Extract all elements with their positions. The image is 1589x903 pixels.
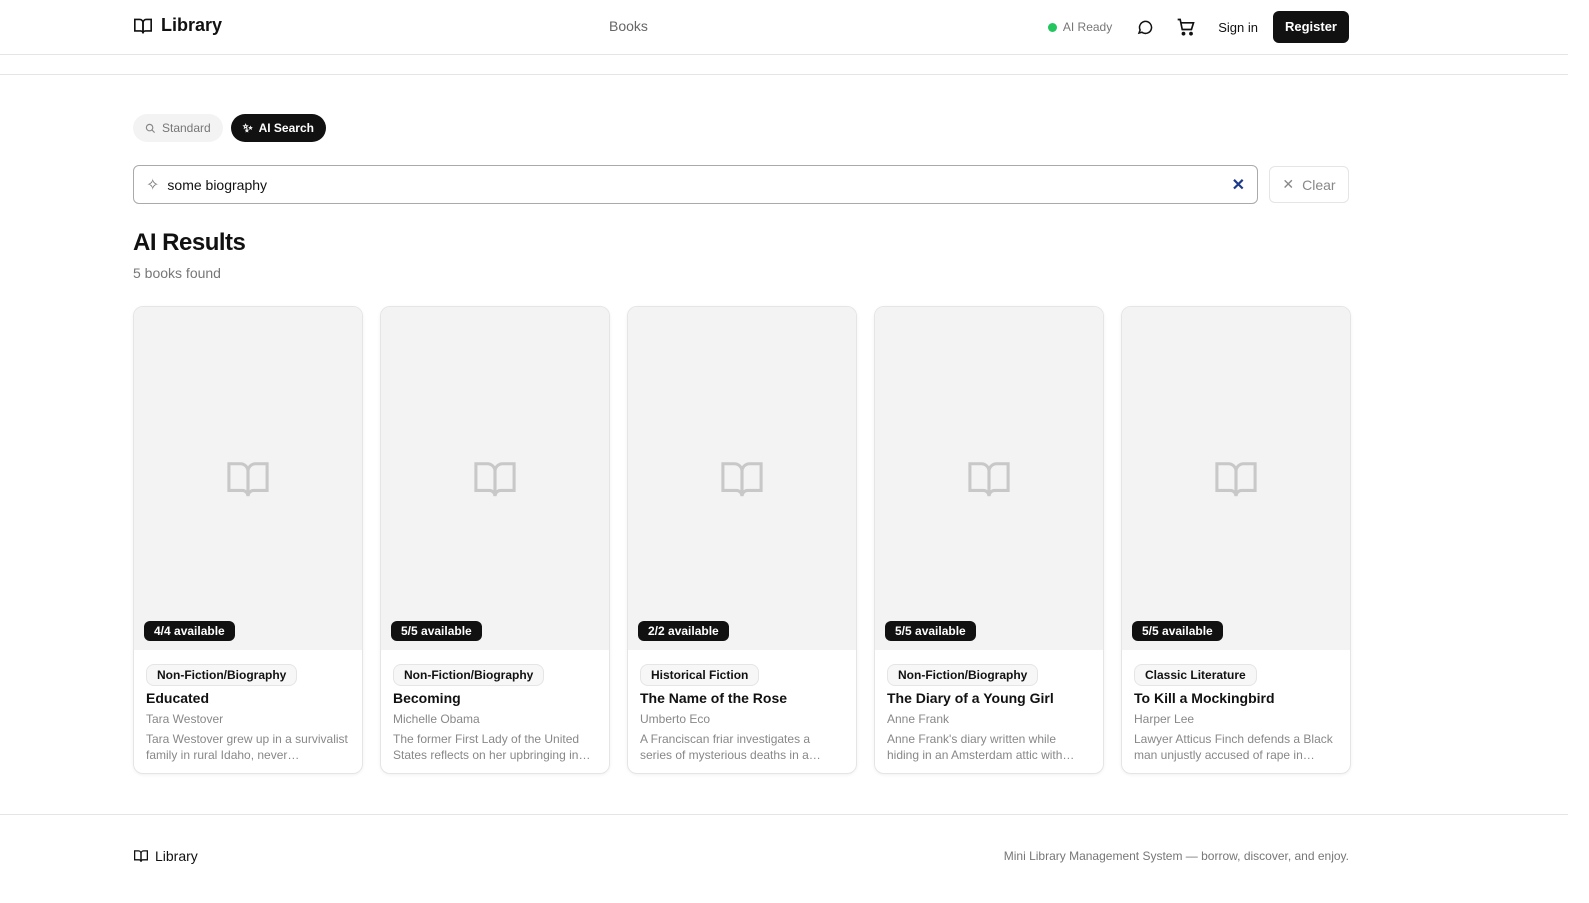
book-title: Educated [146, 690, 210, 706]
book-title: To Kill a Mockingbird [1134, 690, 1275, 706]
book-open-icon [227, 461, 269, 496]
search-mode-toggle: Standard ✨︎ AI Search [133, 114, 326, 142]
book-description: The former First Lady of the United Stat… [393, 732, 591, 762]
book-description: Lawyer Atticus Finch defends a Black man… [1134, 732, 1333, 762]
divider [0, 74, 1568, 75]
ai-status: AI Ready [1047, 20, 1113, 34]
top-nav: Library Books AI Ready Sign in Register [0, 0, 1568, 55]
book-open-icon [134, 850, 148, 862]
availability-badge: 5/5 available [1132, 621, 1223, 641]
book-open-icon [1215, 461, 1257, 496]
nav-books-link[interactable]: Books [609, 18, 648, 34]
sparkles-icon: ✧ [146, 176, 160, 194]
genre-badge: Classic Literature [1134, 664, 1257, 686]
book-cover: 5/5 available [1122, 307, 1350, 650]
book-title: Becoming [393, 690, 461, 706]
footer-tagline: Mini Library Management System — borrow,… [1003, 849, 1349, 863]
logo-text: Library [161, 15, 223, 35]
sign-in-link[interactable]: Sign in [1218, 20, 1258, 35]
availability-badge: 2/2 available [638, 621, 729, 641]
standard-mode-button[interactable]: Standard [133, 114, 223, 142]
book-cover: 2/2 available [628, 307, 856, 650]
book-cover: 5/5 available [381, 307, 609, 650]
book-description: A Franciscan friar investigates a series… [640, 732, 811, 762]
book-grid: 4/4 available Non-Fiction/Biography Educ… [133, 306, 1351, 774]
logo[interactable]: Library [133, 15, 222, 36]
book-card[interactable]: 2/2 available Historical Fiction The Nam… [627, 306, 857, 774]
book-author: Tara Westover [146, 712, 224, 726]
genre-badge: Non-Fiction/Biography [887, 664, 1039, 686]
book-cover: 5/5 available [875, 307, 1103, 650]
register-button[interactable]: Register [1272, 11, 1349, 43]
clear-label: Clear [1302, 176, 1336, 193]
book-cover: 4/4 available [134, 307, 362, 650]
x-icon: ✕ [1282, 176, 1295, 192]
availability-badge: 4/4 available [144, 621, 235, 641]
standard-label: Standard [162, 121, 211, 135]
ai-search-mode-button[interactable]: ✨︎ AI Search [230, 114, 326, 142]
book-description: Anne Frank's diary written while hiding … [887, 732, 1063, 762]
book-card[interactable]: 4/4 available Non-Fiction/Biography Educ… [133, 306, 363, 774]
footer [0, 814, 1568, 815]
book-card[interactable]: 5/5 available Non-Fiction/Biography The … [874, 306, 1104, 774]
ai-status-label: AI Ready [1062, 20, 1113, 34]
genre-badge: Non-Fiction/Biography [146, 664, 298, 686]
book-open-icon [968, 461, 1010, 496]
book-title: The Name of the Rose [640, 690, 788, 706]
clear-button[interactable]: ✕ Clear [1269, 166, 1349, 203]
cart-icon[interactable] [1176, 17, 1196, 37]
book-author: Harper Lee [1134, 712, 1195, 726]
genre-badge: Historical Fiction [640, 664, 760, 686]
footer-logo-text: Library [155, 848, 198, 864]
availability-badge: 5/5 available [391, 621, 482, 641]
status-dot-icon [1047, 22, 1057, 32]
book-card[interactable]: 5/5 available Classic Literature To Kill… [1121, 306, 1351, 774]
search-input[interactable] [167, 176, 1224, 193]
book-author: Umberto Eco [640, 712, 711, 726]
footer-logo: Library [133, 848, 198, 864]
genre-badge: Non-Fiction/Biography [393, 664, 545, 686]
search-icon [145, 123, 156, 133]
sparkles-icon: ✨︎ [242, 120, 253, 135]
chat-icon[interactable] [1136, 18, 1154, 36]
book-description: Tara Westover grew up in a survivalist f… [146, 732, 348, 762]
book-open-icon [721, 461, 763, 496]
search-box: ✧ ✕ [133, 165, 1258, 204]
ai-search-label: AI Search [258, 121, 314, 135]
book-author: Michelle Obama [393, 712, 480, 726]
availability-badge: 5/5 available [885, 621, 976, 641]
book-open-icon [474, 461, 516, 496]
book-title: The Diary of a Young Girl [887, 690, 1054, 706]
book-open-icon [134, 18, 152, 34]
book-author: Anne Frank [887, 712, 950, 726]
results-heading: AI Results [133, 229, 246, 256]
book-card[interactable]: 5/5 available Non-Fiction/Biography Beco… [380, 306, 610, 774]
results-count: 5 books found [133, 265, 221, 281]
clear-input-icon[interactable]: ✕ [1232, 175, 1245, 195]
